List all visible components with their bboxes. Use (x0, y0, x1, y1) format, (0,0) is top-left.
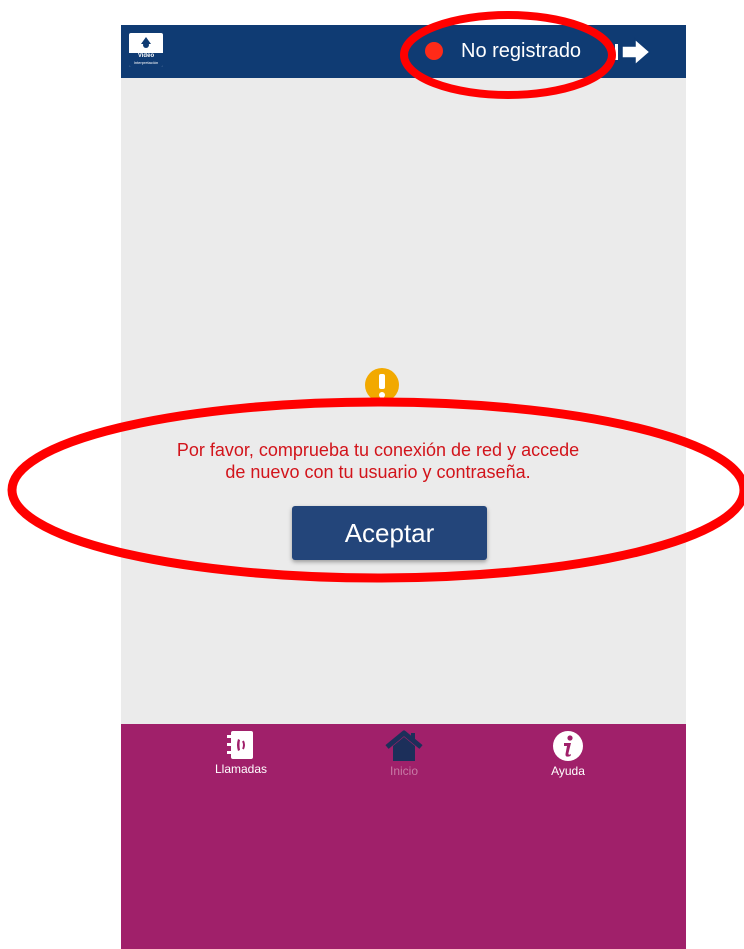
status-text: No registrado (461, 39, 582, 62)
app-logo: Video Interpretación (129, 33, 163, 67)
logo-title: Video (137, 53, 155, 59)
tab-label-llamadas: Llamadas (214, 762, 268, 776)
header-bar: Video Interpretación No registrado (121, 25, 686, 78)
message-line-2: de nuevo con tu usuario y contraseña. (225, 462, 531, 482)
tab-label-ayuda: Ayuda (551, 764, 585, 778)
info-icon (553, 731, 583, 761)
bottom-tab-bar: Llamadas Inicio Ayuda (121, 724, 686, 949)
registration-status: No registrado (425, 36, 581, 66)
warning-icon (365, 368, 399, 402)
logo-mark-icon (141, 37, 151, 48)
app-screen: Video Interpretación No registrado Por f… (121, 25, 686, 949)
exit-arrow-icon[interactable] (613, 36, 653, 68)
tab-label-inicio: Inicio (389, 764, 418, 778)
message-line-1: Por favor, comprueba tu conexión de red … (176, 440, 580, 460)
logo-text: Video Interpretación (129, 53, 163, 67)
status-dot-icon (425, 42, 443, 60)
accept-button[interactable]: Aceptar (292, 506, 487, 560)
home-icon (385, 730, 423, 761)
network-error-message: Por favor, comprueba tu conexión de red … (121, 439, 635, 483)
logo-subtitle: Interpretación (133, 60, 159, 65)
phone-book-icon (227, 731, 253, 759)
tab-inicio[interactable]: Inicio (344, 724, 464, 778)
tab-ayuda[interactable]: Ayuda (508, 724, 628, 778)
tab-llamadas[interactable]: Llamadas (181, 724, 301, 776)
